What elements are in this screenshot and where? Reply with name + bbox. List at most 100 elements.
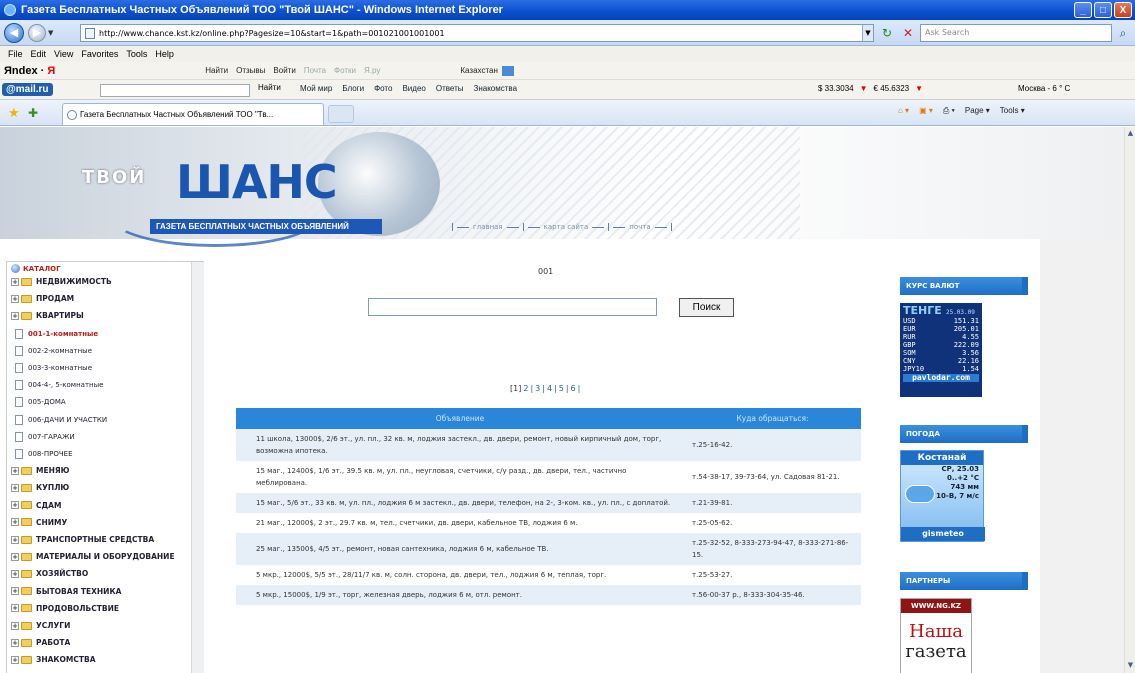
catalog-item[interactable]: + МАТЕРИАЛЫ И ОБОРУДОВАНИЕ (11, 552, 175, 561)
catalog-item[interactable]: + КВАРТИРЫ (11, 311, 84, 320)
page-link[interactable]: 6 (571, 384, 576, 393)
expand-icon[interactable]: + (11, 466, 19, 475)
expand-icon[interactable]: + (11, 655, 19, 664)
catalog-item[interactable]: + ХОЗЯЙСТВО (11, 569, 88, 578)
currency-widget[interactable]: ТЕНГЕ 25.03.09 USD 151.31 EUR 205.01 RUR 4.55… (900, 303, 982, 397)
expand-icon[interactable]: + (11, 294, 19, 303)
menu-tools[interactable]: Tools (126, 49, 147, 59)
expand-icon[interactable]: + (11, 638, 19, 647)
expand-icon[interactable]: + (11, 535, 19, 544)
address-bar[interactable]: http://www.chance.kst.kz/online.php?Page… (80, 24, 874, 42)
mailru-link-blogs[interactable]: Блоги (342, 84, 364, 93)
weather-widget[interactable]: Костанай СР, 25.03 0..+2 °C 743 мм 10-В,… (900, 450, 985, 542)
catalog-item[interactable]: 002-2-комнатные (15, 345, 92, 356)
search-icon[interactable]: ⌕ (1114, 24, 1132, 42)
mailru-link-photo[interactable]: Фото (374, 84, 392, 93)
expand-icon[interactable]: + (11, 311, 19, 320)
scroll-down-icon[interactable]: ▼ (1126, 661, 1135, 671)
expand-icon[interactable]: + (11, 621, 19, 630)
yandex-mail-button[interactable]: Почта (304, 66, 326, 75)
mailru-search-input[interactable] (100, 84, 250, 97)
menu-file[interactable]: File (8, 49, 23, 59)
expand-icon[interactable]: + (11, 569, 19, 578)
catalog-item[interactable]: 007-ГАРАЖИ (15, 431, 75, 442)
yandex-region-button[interactable]: Казахстан (460, 66, 498, 75)
expand-icon[interactable]: + (11, 518, 19, 527)
site-logo[interactable]: ШАНС (176, 155, 338, 209)
stop-icon[interactable]: ✕ (900, 25, 916, 41)
refresh-icon[interactable]: ↻ (878, 25, 896, 41)
nav-sitemap[interactable]: карта сайта (544, 223, 589, 231)
feeds-icon[interactable]: ▣ ▾ (919, 106, 933, 116)
catalog-item[interactable]: 008-ПРОЧЕЕ (15, 449, 73, 459)
catalog-item[interactable]: + СНИМУ (11, 518, 67, 527)
expand-icon[interactable]: + (11, 483, 19, 492)
recent-pages-dropdown[interactable]: ▼ (48, 29, 58, 37)
forward-button[interactable]: ▶ (28, 23, 46, 42)
add-favorites-icon[interactable]: ✚ (28, 106, 38, 120)
back-button[interactable]: ◀ (4, 22, 24, 43)
page-link[interactable]: 4 (547, 384, 552, 393)
mailru-link-answers[interactable]: Ответы (436, 84, 464, 93)
expand-icon[interactable]: + (11, 552, 19, 561)
catalog-item[interactable]: 003-3-комнатные (15, 363, 92, 373)
yandex-logo[interactable]: Яndex · Я (4, 65, 55, 77)
page-link[interactable]: 3 (535, 384, 540, 393)
catalog-item[interactable]: + БЫТОВАЯ ТЕХНИКА (11, 587, 121, 596)
favorites-star-icon[interactable]: ★ (8, 106, 20, 121)
close-button[interactable]: X (1114, 2, 1132, 18)
home-icon[interactable]: ⌂ ▾ (898, 106, 909, 116)
yandex-find-button[interactable]: Найти (205, 66, 228, 75)
mailru-link-dating[interactable]: Знакомства (474, 84, 518, 93)
yandex-photos-button[interactable]: Фотки (334, 66, 356, 75)
catalog-item[interactable]: 006-ДАЧИ И УЧАСТКИ (15, 414, 107, 425)
catalog-item[interactable]: 004-4-, 5-комнатные (15, 380, 103, 391)
catalog-item[interactable]: + УСЛУГИ (11, 621, 70, 630)
yandex-login-button[interactable]: Войти (273, 66, 295, 75)
print-icon[interactable]: ⎙ ▾ (943, 106, 955, 116)
tools-menu-button[interactable]: Tools ▾ (1000, 106, 1025, 116)
catalog-item[interactable]: + СДАМ (11, 501, 61, 510)
menu-favorites[interactable]: Favorites (81, 49, 118, 59)
page-link[interactable]: 5 (559, 384, 564, 393)
currency-site[interactable]: pavlodar.com (903, 374, 979, 382)
scroll-up-icon[interactable]: ▲ (1126, 129, 1135, 139)
nav-home[interactable]: главная (473, 223, 503, 231)
catalog-item[interactable]: 005-ДОМА (15, 397, 66, 408)
nav-mail[interactable]: почта (629, 223, 650, 231)
catalog-item[interactable]: + МЕНЯЮ (11, 466, 69, 475)
mailru-weather[interactable]: Москва - 6 ° C (1018, 84, 1070, 93)
expand-icon[interactable]: + (11, 501, 19, 510)
yandex-reviews-button[interactable]: Отзывы (236, 66, 265, 75)
page-scrollbar[interactable]: ▲ ▼ (1124, 127, 1135, 673)
menu-help[interactable]: Help (155, 49, 174, 59)
menu-edit[interactable]: Edit (31, 49, 47, 59)
catalog-item[interactable]: + КУПЛЮ (11, 483, 69, 492)
catalog-item[interactable]: 001-1-комнатные (15, 328, 98, 339)
partner-banner[interactable]: WWW.NG.KZ Наша газета (900, 598, 972, 673)
ad-search-button[interactable]: Поиск (679, 298, 734, 317)
tab-active[interactable]: Газета Бесплатных Частных Объявлений ТОО… (62, 103, 324, 125)
page-menu-button[interactable]: Page ▾ (965, 106, 990, 116)
mailru-logo[interactable]: @mail.ru (2, 83, 53, 96)
new-tab-button[interactable] (328, 105, 354, 123)
mailru-link-video[interactable]: Видео (402, 84, 425, 93)
ad-search-input[interactable] (368, 298, 657, 316)
catalog-item[interactable]: + ПРОДАМ (11, 294, 74, 303)
mailru-link-mymir[interactable]: Мой мир (300, 84, 332, 93)
catalog-item[interactable]: + РАБОТА (11, 638, 70, 647)
expand-icon[interactable]: + (11, 277, 19, 286)
expand-icon[interactable]: + (11, 587, 19, 596)
mailru-find-button[interactable]: Найти (258, 83, 281, 92)
page-link[interactable]: 2 (523, 384, 528, 393)
catalog-item[interactable]: + ЗНАКОМСТВА (11, 655, 96, 664)
browser-search-input[interactable]: Ask Search (920, 24, 1112, 42)
catalog-item[interactable]: + НЕДВИЖИМОСТЬ (11, 277, 112, 286)
catalog-item[interactable]: + ТРАНСПОРТНЫЕ СРЕДСТВА (11, 535, 154, 544)
maximize-button[interactable]: □ (1094, 2, 1112, 18)
expand-icon[interactable]: + (11, 604, 19, 613)
catalog-scrollbar[interactable] (191, 262, 204, 673)
address-dropdown-button[interactable]: ▼ (862, 25, 873, 41)
menu-view[interactable]: View (54, 49, 73, 59)
yandex-yaru-button[interactable]: Я.ру (364, 66, 380, 75)
